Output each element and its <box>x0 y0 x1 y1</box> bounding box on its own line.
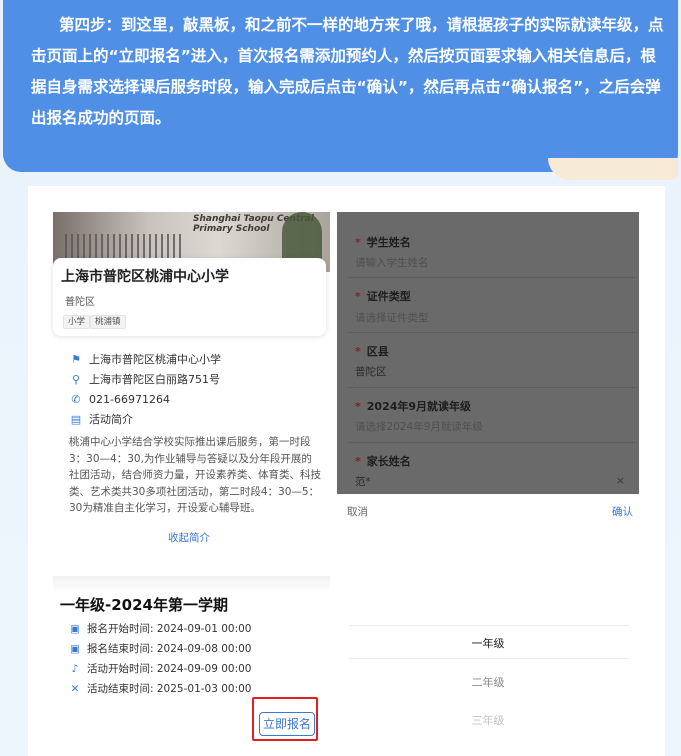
picker-option[interactable]: 一年级 <box>337 635 639 651</box>
time-row: ♪ 活动开始时间: 2024-09-09 00:00 <box>69 661 252 677</box>
parent-name-input[interactable]: 范* <box>355 474 371 489</box>
tutorial-page: 第四步：到这里，敲黑板，和之前不一样的地方来了哦，请根据孩子的实际就读年级，点击… <box>0 0 681 756</box>
highlight-box <box>252 697 318 741</box>
instruction-banner: 第四步：到这里，敲黑板，和之前不一样的地方来了哦，请根据孩子的实际就读年级，点击… <box>3 0 678 172</box>
divider <box>347 387 637 388</box>
time-row-text: 报名结束时间: 2024-09-08 00:00 <box>87 643 252 655</box>
calendar-check-icon: ▣ <box>70 623 80 635</box>
field-label: * 家长姓名 <box>355 453 411 469</box>
field-label-text: 证件类型 <box>366 290 411 303</box>
school-tag: 桃浦镇 <box>90 315 126 329</box>
info-address[interactable]: ⚲ 上海市普陀区白丽路751号 <box>69 372 220 388</box>
field-label-text: 学生姓名 <box>366 236 411 249</box>
id-type-select[interactable]: 请选择证件类型 <box>355 310 429 325</box>
field-label-text: 区县 <box>366 345 389 358</box>
signup-form-dimmed: * 学生姓名 请输入学生姓名 * 证件类型 请选择证件类型 * 区县 普陀区 * 202… <box>337 212 639 494</box>
time-row: ✕ 活动结束时间: 2025-01-03 00:00 <box>69 681 252 697</box>
term-title: 一年级-2024年第一学期 <box>60 596 228 614</box>
divider <box>347 442 637 443</box>
document-icon: ▤ <box>70 413 82 426</box>
required-mark: * <box>355 400 361 413</box>
info-school-name: ⚑ 上海市普陀区桃浦中心小学 <box>69 352 221 368</box>
field-label: * 区县 <box>355 343 389 359</box>
field-label-text: 2024年9月就读年级 <box>366 400 472 413</box>
location-pin-icon: ⚲ <box>71 373 81 386</box>
picker-cancel-button[interactable]: 取消 <box>347 504 368 519</box>
field-label: * 证件类型 <box>355 288 411 304</box>
clear-icon[interactable]: × <box>616 474 625 487</box>
bell-off-icon: ✕ <box>70 683 80 695</box>
picker-confirm-button[interactable]: 确认 <box>612 504 633 519</box>
field-label-text: 家长姓名 <box>366 455 411 468</box>
collapse-intro-link[interactable]: 收起简介 <box>168 530 210 545</box>
picker-selection-line <box>349 625 629 626</box>
instruction-text: 第四步：到这里，敲黑板，和之前不一样的地方来了哦，请根据孩子的实际就读年级，点击… <box>31 16 664 127</box>
required-mark: * <box>355 236 361 249</box>
intro-text: 桃浦中心小学结合学校实际推出课后服务，第一时段3：30—4：30,为作业辅导与答… <box>69 436 321 514</box>
info-intro-title-text: 活动简介 <box>89 413 133 426</box>
time-row-text: 活动结束时间: 2025-01-03 00:00 <box>87 683 252 695</box>
time-row: ▣ 报名开始时间: 2024-09-01 00:00 <box>69 621 252 637</box>
picker-option[interactable]: 二年级 <box>337 674 639 690</box>
district-select[interactable]: 普陀区 <box>355 364 387 379</box>
calendar-icon: ▣ <box>70 643 80 655</box>
info-intro-title: ▤ 活动简介 <box>69 412 133 428</box>
school-tag: 小学 <box>63 315 91 329</box>
info-address-text: 上海市普陀区白丽路751号 <box>89 373 220 386</box>
grade-select[interactable]: 请选择2024年9月就读年级 <box>355 419 483 434</box>
time-row-text: 活动开始时间: 2024-09-09 00:00 <box>87 663 252 675</box>
time-row: ▣ 报名结束时间: 2024-09-08 00:00 <box>69 641 252 657</box>
field-label: * 2024年9月就读年级 <box>355 398 471 414</box>
school-card: 上海市普陀区桃浦中心小学 普陀区 小学 桃浦镇 <box>53 258 326 336</box>
school-district: 普陀区 <box>65 297 95 308</box>
info-phone-text: 021-66971264 <box>89 393 170 406</box>
divider <box>347 332 637 333</box>
info-school-name-text: 上海市普陀区桃浦中心小学 <box>89 353 221 366</box>
phone-icon: ✆ <box>71 393 81 406</box>
required-mark: * <box>355 290 361 303</box>
picker-option[interactable]: 三年级 <box>337 712 639 728</box>
time-row-text: 报名开始时间: 2024-09-01 00:00 <box>87 623 252 635</box>
grade-picker: 取消 确认 一年级 二年级 三年级 <box>337 494 639 756</box>
bell-icon: ♪ <box>71 663 79 675</box>
required-mark: * <box>355 455 361 468</box>
required-mark: * <box>355 345 361 358</box>
picker-selection-line <box>349 658 629 659</box>
student-name-input[interactable]: 请输入学生姓名 <box>355 255 429 270</box>
flag-icon: ⚑ <box>71 353 81 366</box>
banner-decoration <box>548 158 678 180</box>
info-phone[interactable]: ✆ 021-66971264 <box>69 392 170 408</box>
field-label: * 学生姓名 <box>355 234 411 250</box>
school-name: 上海市普陀区桃浦中心小学 <box>61 269 229 285</box>
divider <box>347 277 637 278</box>
